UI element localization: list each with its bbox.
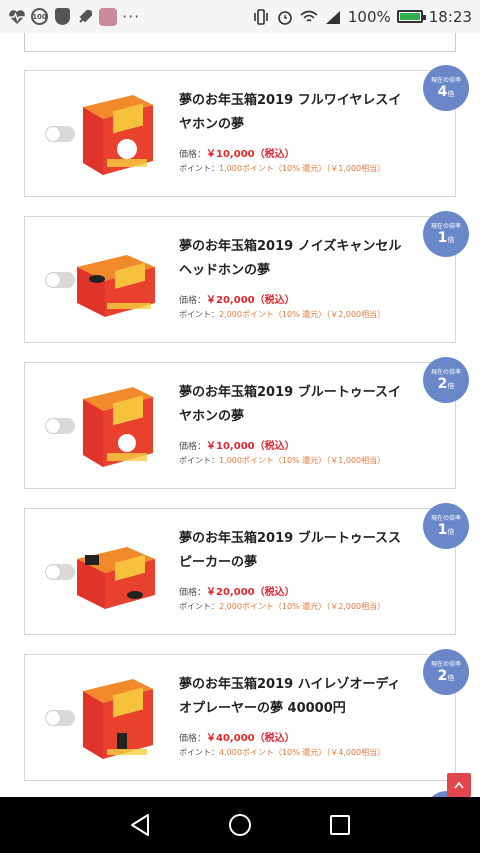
status-bar: 100 ··· 100% 18:23	[0, 0, 480, 33]
product-card[interactable]: 夢のお年玉箱2019 フルワイヤレスイヤホンの夢 価格：￥10,000（税込） …	[24, 65, 469, 197]
select-toggle[interactable]	[45, 272, 75, 288]
rocket-icon	[76, 8, 94, 26]
product-box-image	[77, 237, 155, 323]
product-card[interactable]: 夢のお年玉箱2019 ブルートゥーススピーカーの夢 価格：￥20,000（税込）…	[24, 503, 469, 635]
select-toggle[interactable]	[45, 710, 75, 726]
product-card[interactable]: 夢のお年玉箱2019 ブルートゥースイヤホンの夢 価格：￥10,000（税込） …	[24, 357, 469, 489]
battery-percent: 100%	[347, 7, 391, 26]
battery-icon	[396, 10, 426, 23]
price-value: ￥20,000（税込）	[206, 587, 295, 598]
home-icon[interactable]	[228, 813, 252, 837]
price-value: ￥40,000（税込）	[206, 733, 295, 744]
avatar-icon	[99, 7, 117, 26]
product-box-image	[77, 383, 155, 469]
points-row: ポイント：1,000ポイント（10% 還元）（￥1,000相当）	[179, 164, 386, 173]
hundred-badge-icon: 100	[31, 8, 48, 25]
product-title[interactable]: 夢のお年玉箱2019 ブルートゥーススピーカーの夢	[179, 527, 411, 575]
shield-icon	[53, 8, 71, 26]
product-box-image	[77, 675, 155, 761]
product-list[interactable]: 夢のお年玉箱2019 フルワイヤレスイヤホンの夢 価格：￥10,000（税込） …	[0, 33, 480, 797]
product-card[interactable]: 夢のお年玉箱2019 ハイレゾオーディオプレーヤーの夢 40000円 価格：￥4…	[24, 649, 469, 781]
product-title[interactable]: 夢のお年玉箱2019 ハイレゾオーディオプレーヤーの夢 40000円	[179, 673, 411, 721]
signal-icon	[324, 8, 342, 26]
product-box-image	[77, 91, 155, 177]
points-value: 4,000ポイント（10% 還元）（￥4,000相当）	[219, 748, 386, 757]
product-title[interactable]: 夢のお年玉箱2019 フルワイヤレスイヤホンの夢	[179, 89, 411, 137]
price-row: 価格：￥20,000（税込）	[179, 295, 295, 306]
points-row: ポイント：2,000ポイント（10% 還元）（￥2,000相当）	[179, 602, 386, 611]
product-card[interactable]: 夢のお年玉箱2019 ノイズキャンセルヘッドホンの夢 価格：￥20,000（税込…	[24, 211, 469, 343]
select-toggle[interactable]	[45, 564, 75, 580]
navigation-bar	[0, 797, 480, 853]
page-top-button[interactable]	[447, 773, 471, 797]
wifi-icon	[300, 8, 318, 26]
multiplier-badge: 現在の倍率 2倍	[423, 649, 469, 695]
alarm-icon	[276, 8, 294, 26]
price-row: 価格：￥10,000（税込）	[179, 149, 295, 160]
product-box-image	[77, 529, 155, 615]
points-row: ポイント：1,000ポイント（10% 還元）（￥1,000相当）	[179, 456, 386, 465]
chevron-up-icon	[454, 781, 464, 789]
price-row: 価格：￥10,000（税込）	[179, 441, 295, 452]
price-row: 価格：￥40,000（税込）	[179, 733, 295, 744]
price-value: ￥10,000（税込）	[206, 441, 295, 452]
more-dots-icon: ···	[122, 7, 141, 26]
heart-rate-icon	[8, 8, 26, 26]
multiplier-badge: 現在の倍率 2倍	[423, 357, 469, 403]
previous-card-bottom	[24, 33, 456, 52]
back-icon[interactable]	[128, 813, 152, 837]
select-toggle[interactable]	[45, 418, 75, 434]
price-value: ￥10,000（税込）	[206, 149, 295, 160]
points-row: ポイント：2,000ポイント（10% 還元）（￥2,000相当）	[179, 310, 386, 319]
points-value: 2,000ポイント（10% 還元）（￥2,000相当）	[219, 310, 386, 319]
product-title[interactable]: 夢のお年玉箱2019 ブルートゥースイヤホンの夢	[179, 381, 411, 429]
vibrate-icon	[252, 8, 270, 26]
select-toggle[interactable]	[45, 126, 75, 142]
price-value: ￥20,000（税込）	[206, 295, 295, 306]
recents-icon[interactable]	[328, 813, 352, 837]
product-title[interactable]: 夢のお年玉箱2019 ノイズキャンセルヘッドホンの夢	[179, 235, 411, 283]
points-row: ポイント：4,000ポイント（10% 還元）（￥4,000相当）	[179, 748, 386, 757]
multiplier-badge: 現在の倍率 4倍	[423, 65, 469, 111]
clock: 18:23	[428, 7, 472, 26]
multiplier-badge: 現在の倍率 1倍	[423, 503, 469, 549]
multiplier-badge: 現在の倍率 1倍	[423, 211, 469, 257]
points-value: 2,000ポイント（10% 還元）（￥2,000相当）	[219, 602, 386, 611]
points-value: 1,000ポイント（10% 還元）（￥1,000相当）	[219, 164, 386, 173]
points-value: 1,000ポイント（10% 還元）（￥1,000相当）	[219, 456, 386, 465]
price-row: 価格：￥20,000（税込）	[179, 587, 295, 598]
